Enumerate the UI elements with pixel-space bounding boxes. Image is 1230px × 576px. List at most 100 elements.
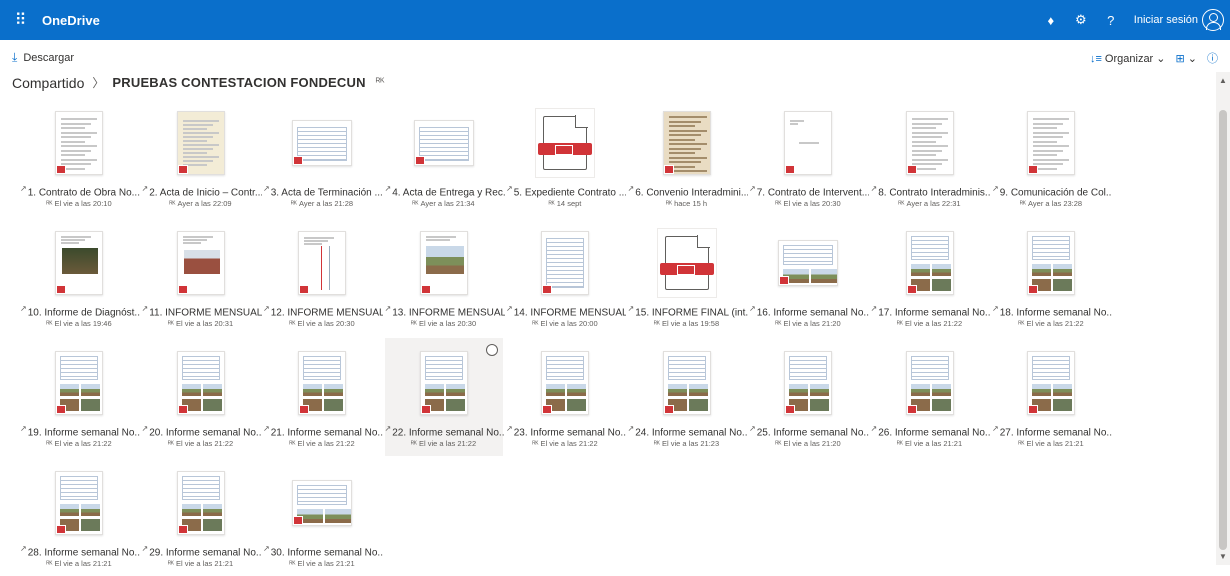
file-tile[interactable]: ↗1. Contrato de Obra No... ᴿᴷ El vie a las…: [20, 98, 140, 216]
file-name[interactable]: ↗12. INFORME MENSUAL...: [263, 304, 383, 318]
thumbnail-detail: [325, 509, 351, 523]
organize-button[interactable]: ↓≡ Organizar ⌄: [1090, 52, 1166, 65]
signin-link[interactable]: Iniciar sesión: [1134, 14, 1198, 26]
app-title[interactable]: OneDrive: [42, 13, 100, 28]
file-tile[interactable]: ↗2. Acta de Inicio – Contr... ᴿᴷ Ayer a la…: [142, 98, 262, 216]
pdf-file-icon: [535, 108, 595, 178]
file-thumbnail: [657, 348, 717, 418]
pdf-icon: [56, 525, 66, 534]
gear-icon[interactable]: ⚙: [1066, 12, 1096, 28]
file-name[interactable]: ↗25. Informe semanal No...: [749, 424, 869, 438]
file-name[interactable]: ↗19. Informe semanal No...: [20, 424, 140, 438]
thumbnail-detail: [60, 504, 79, 516]
breadcrumb-root[interactable]: Compartido: [12, 75, 84, 91]
scroll-up-icon[interactable]: ▲: [1219, 76, 1227, 85]
file-name[interactable]: ↗3. Acta de Terminación ...: [263, 184, 383, 198]
file-name[interactable]: ↗11. INFORME MENSUAL...: [142, 304, 262, 318]
file-tile[interactable]: ↗6. Convenio Interadmini... ᴿᴷ hace 15 h: [628, 98, 748, 216]
file-name[interactable]: ↗8. Contrato Interadminis...: [871, 184, 991, 198]
vertical-scrollbar[interactable]: ▲ ▼: [1216, 72, 1230, 565]
select-checkbox[interactable]: [485, 344, 498, 356]
pdf-icon: [177, 165, 188, 174]
file-tile[interactable]: ↗30. Informe semanal No... ᴿᴷ El vie a las…: [263, 458, 383, 576]
file-modified-text: hace 15 h: [674, 199, 708, 208]
file-tile[interactable]: ↗11. INFORME MENSUAL... ᴿᴷ El vie a las 20…: [142, 218, 262, 336]
diamond-icon[interactable]: ♦: [1036, 13, 1066, 28]
file-name[interactable]: ↗26. Informe semanal No...: [871, 424, 991, 438]
file-tile[interactable]: ↗21. Informe semanal No... ᴿᴷ El vie a las…: [263, 338, 383, 456]
file-tile[interactable]: ↗7. Contrato de Intervent... ᴿᴷ El vie a l…: [749, 98, 869, 216]
download-button[interactable]: ⤓ Descargar: [12, 50, 74, 65]
file-tile[interactable]: ↗9. Comunicación de Col... ᴿᴷ Ayer a las 2…: [992, 98, 1112, 216]
file-name[interactable]: ↗10. Informe de Diagnóst...: [20, 304, 140, 318]
file-modified-text: Ayer a las 21:28: [299, 199, 354, 208]
file-tile[interactable]: ↗28. Informe semanal No... ᴿᴷ El vie a las…: [20, 458, 140, 576]
scrollbar-thumb[interactable]: [1219, 110, 1227, 550]
thumbnail-detail: [1032, 264, 1051, 276]
file-tile[interactable]: ↗22. Informe semanal No... ᴿᴷ El vie a las…: [384, 338, 505, 456]
file-name[interactable]: ↗9. Comunicación de Col...: [992, 184, 1112, 198]
file-name[interactable]: ↗18. Informe semanal No...: [992, 304, 1112, 318]
chevron-down-icon: ⌄: [1156, 52, 1166, 65]
scroll-down-icon[interactable]: ▼: [1219, 552, 1227, 561]
file-modified-text: El vie a las 20:30: [783, 199, 841, 208]
shared-icon: ᴿᴷ: [46, 441, 53, 448]
pdf-icon: [56, 165, 66, 174]
file-name[interactable]: ↗20. Informe semanal No...: [142, 424, 262, 438]
file-name[interactable]: ↗21. Informe semanal No...: [263, 424, 383, 438]
file-name[interactable]: ↗30. Informe semanal No...: [263, 544, 383, 558]
file-name[interactable]: ↗23. Informe semanal No...: [506, 424, 626, 438]
view-button[interactable]: ⊞ ⌄: [1176, 52, 1198, 65]
file-name[interactable]: ↗14. INFORME MENSUAL...: [506, 304, 626, 318]
file-tile[interactable]: ↗8. Contrato Interadminis... ᴿᴷ Ayer a las…: [871, 98, 991, 216]
file-name[interactable]: ↗16. Informe semanal No...: [749, 304, 869, 318]
thumbnail-detail: [811, 269, 837, 283]
file-tile[interactable]: ↗12. INFORME MENSUAL... ᴿᴷ El vie a las 20…: [263, 218, 383, 336]
shared-icon: ᴿᴷ: [46, 201, 53, 208]
file-thumbnail: [900, 228, 960, 298]
help-icon[interactable]: ?: [1096, 13, 1126, 28]
person-icon[interactable]: [1202, 9, 1224, 31]
file-name[interactable]: ↗5. Expediente Contrato ...: [506, 184, 626, 198]
shared-icon: ᴿᴷ: [532, 321, 539, 328]
file-tile[interactable]: ↗19. Informe semanal No... ᴿᴷ El vie a las…: [20, 338, 140, 456]
file-tile[interactable]: ↗4. Acta de Entrega y Rec... ᴿᴷ Ayer a las…: [385, 98, 505, 216]
file-name[interactable]: ↗7. Contrato de Intervent...: [749, 184, 869, 198]
file-name[interactable]: ↗15. INFORME FINAL (int...: [628, 304, 748, 318]
file-tile[interactable]: ↗10. Informe de Diagnóst... ᴿᴷ El vie a la…: [20, 218, 140, 336]
file-tile[interactable]: ↗17. Informe semanal No... ᴿᴷ El vie a las…: [871, 218, 991, 336]
file-name[interactable]: ↗13. INFORME MENSUAL...: [385, 304, 505, 318]
file-tile[interactable]: ↗5. Expediente Contrato ... ᴿᴷ 14 sept: [506, 98, 626, 216]
file-name[interactable]: ↗17. Informe semanal No...: [871, 304, 991, 318]
file-tile[interactable]: ↗29. Informe semanal No... ᴿᴷ El vie a las…: [142, 458, 262, 576]
file-name[interactable]: ↗2. Acta de Inicio – Contr...: [142, 184, 262, 198]
file-thumbnail: [49, 108, 109, 178]
file-tile[interactable]: ↗3. Acta de Terminación ... ᴿᴷ Ayer a las …: [263, 98, 383, 216]
file-tile[interactable]: ↗18. Informe semanal No... ᴿᴷ El vie a las…: [992, 218, 1112, 336]
waffle-icon[interactable]: ⠿: [0, 0, 40, 40]
file-name[interactable]: ↗22. Informe semanal No...: [385, 424, 505, 438]
file-tile[interactable]: ↗15. INFORME FINAL (int... ᴿᴷ El vie a las…: [628, 218, 748, 336]
file-name[interactable]: ↗4. Acta de Entrega y Rec...: [385, 184, 505, 198]
file-name[interactable]: ↗29. Informe semanal No...: [142, 544, 262, 558]
file-name[interactable]: ↗24. Informe semanal No...: [628, 424, 748, 438]
pdf-icon: [420, 405, 431, 414]
file-tile[interactable]: ↗16. Informe semanal No... ᴿᴷ El vie a las…: [749, 218, 869, 336]
file-name[interactable]: ↗1. Contrato de Obra No...: [20, 184, 140, 198]
file-tile[interactable]: ↗26. Informe semanal No... ᴿᴷ El vie a las…: [871, 338, 991, 456]
thumbnail-detail: [810, 399, 829, 411]
file-tile[interactable]: ↗25. Informe semanal No... ᴿᴷ El vie a las…: [749, 338, 869, 456]
thumbnail-detail: [910, 384, 930, 396]
file-name[interactable]: ↗6. Convenio Interadmini...: [628, 184, 748, 198]
info-icon[interactable]: ⓘ: [1207, 50, 1218, 66]
shared-icon: ↗: [141, 184, 149, 193]
file-name[interactable]: ↗27. Informe semanal No...: [992, 424, 1112, 438]
file-tile[interactable]: ↗13. INFORME MENSUAL... ᴿᴷ El vie a las 20…: [385, 218, 505, 336]
file-tile[interactable]: ↗14. INFORME MENSUAL... ᴿᴷ El vie a las 20…: [506, 218, 626, 336]
thumbnail-page: [541, 231, 589, 295]
file-tile[interactable]: ↗27. Informe semanal No... ᴿᴷ El vie a las…: [992, 338, 1112, 456]
file-name[interactable]: ↗28. Informe semanal No...: [20, 544, 140, 558]
file-tile[interactable]: ↗23. Informe semanal No... ᴿᴷ El vie a las…: [506, 338, 626, 456]
file-tile[interactable]: ↗20. Informe semanal No... ᴿᴷ El vie a las…: [142, 338, 262, 456]
file-tile[interactable]: ↗24. Informe semanal No... ᴿᴷ El vie a las…: [628, 338, 748, 456]
